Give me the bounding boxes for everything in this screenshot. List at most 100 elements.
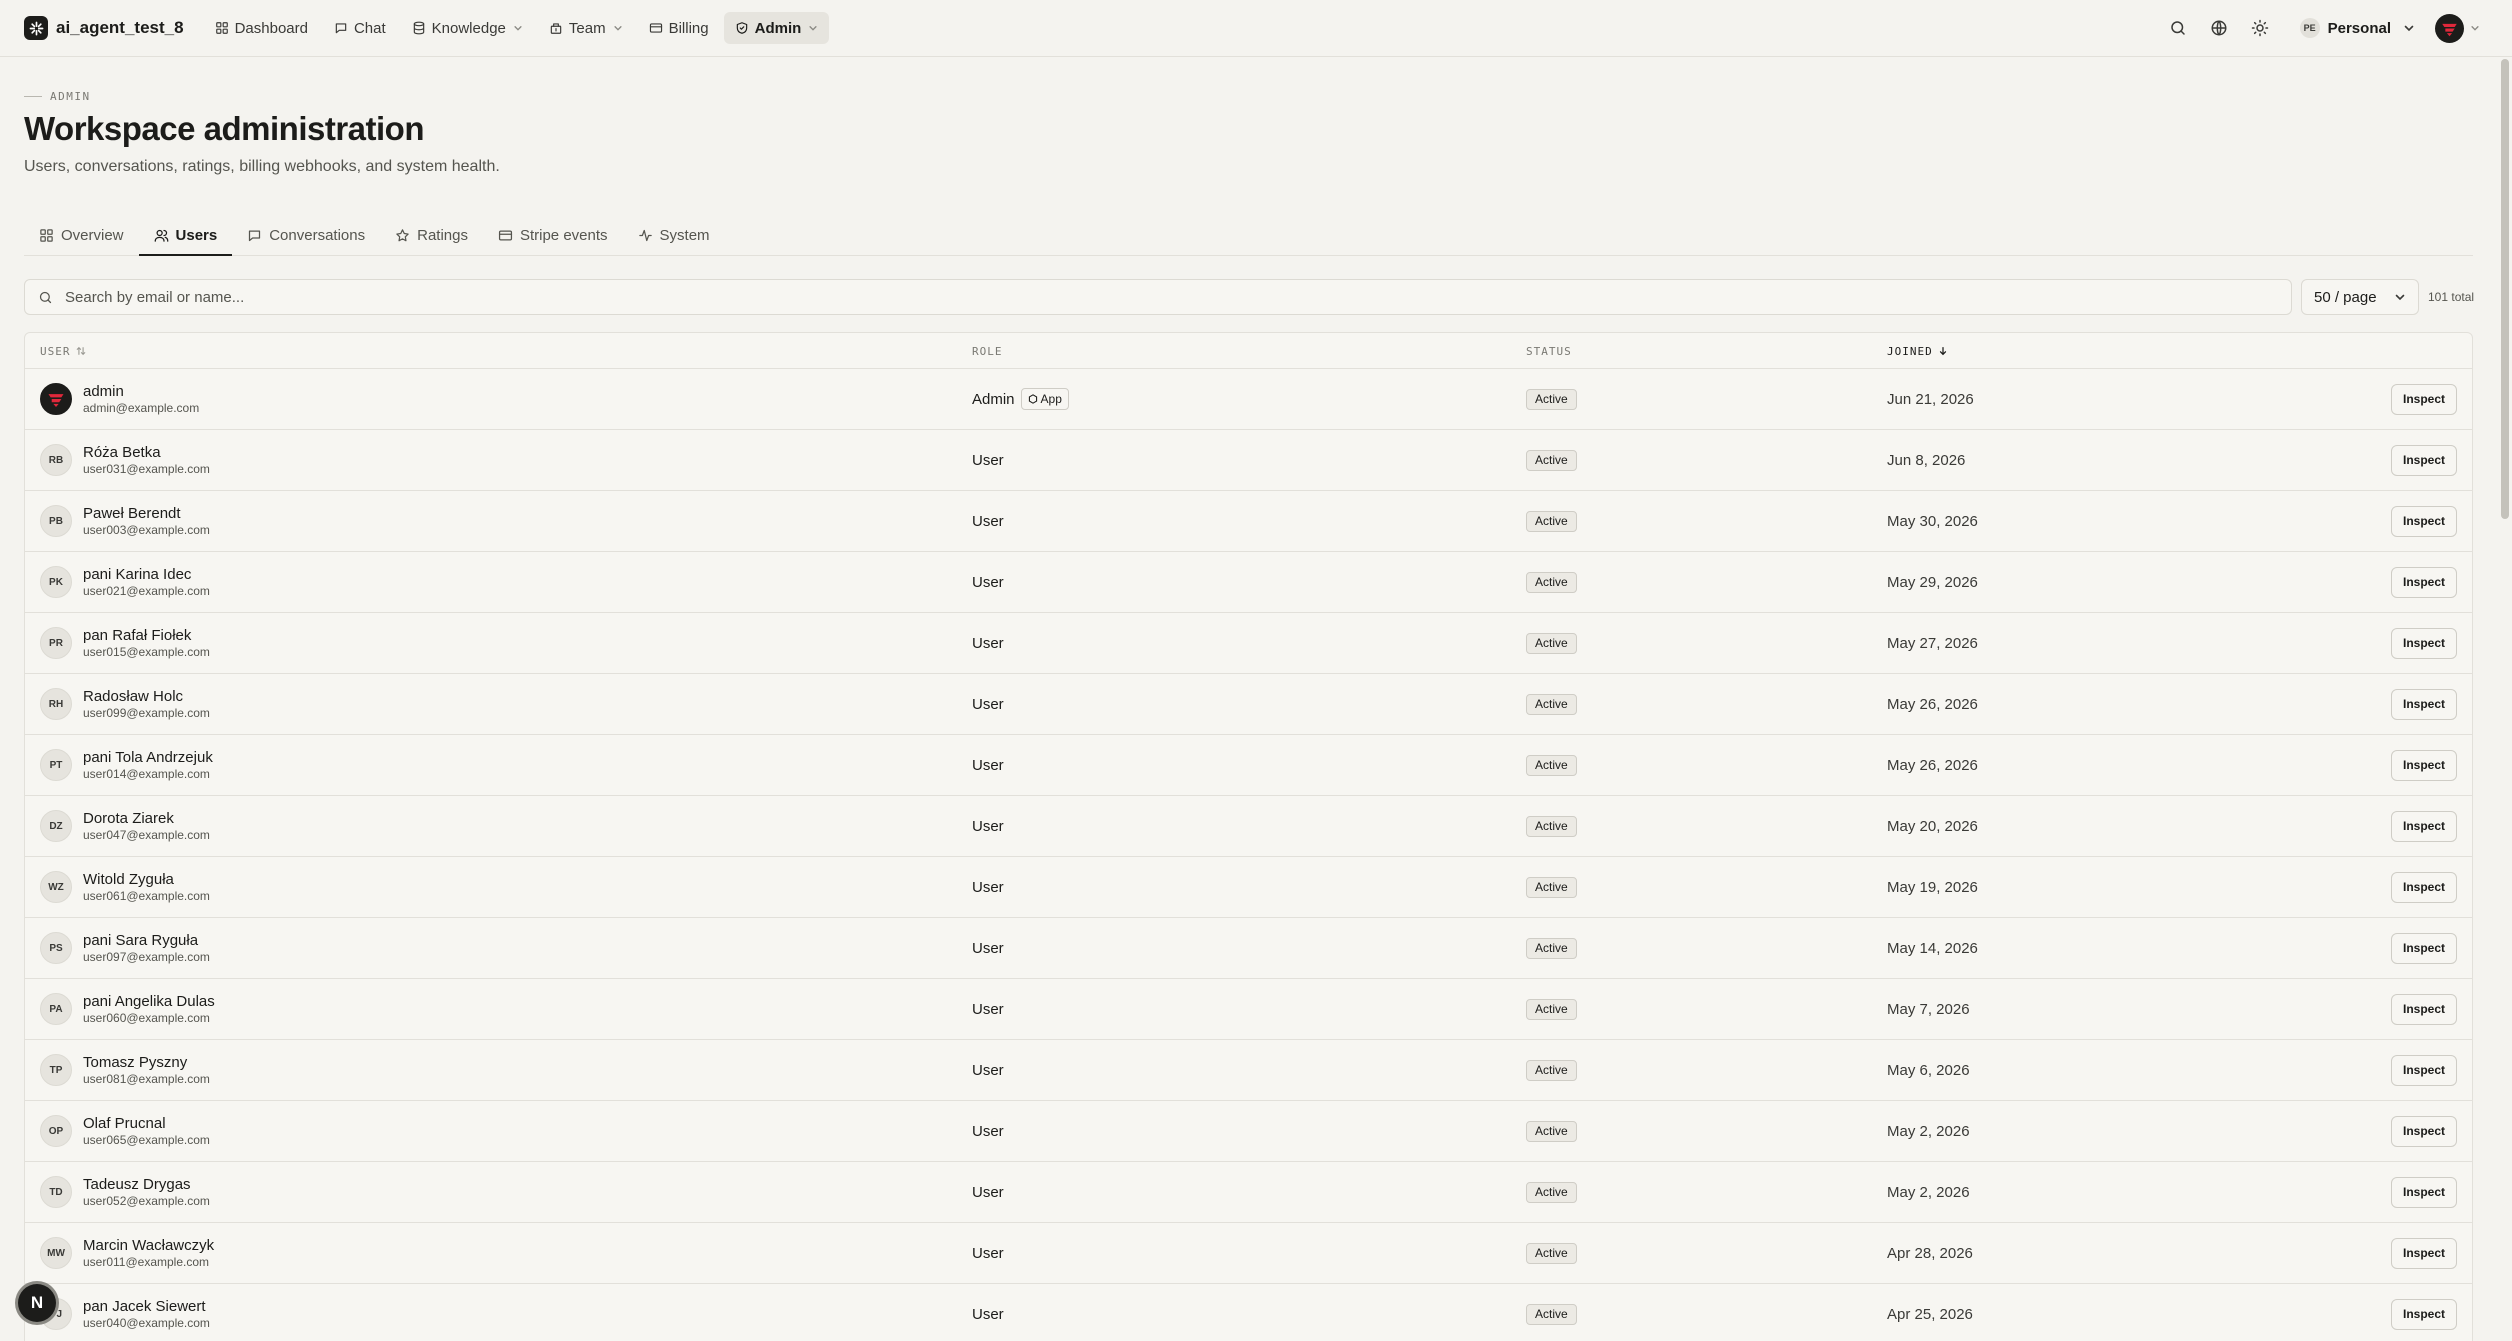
role-cell: User — [972, 430, 1004, 490]
role-cell: User — [972, 918, 1004, 978]
joined-date: May 2, 2026 — [1887, 1183, 1970, 1201]
action-cell: Inspect — [2390, 552, 2457, 612]
tab-label: Ratings — [417, 227, 468, 244]
user-email: user047@example.com — [83, 828, 210, 842]
inspect-button[interactable]: Inspect — [2390, 566, 2457, 598]
column-user[interactable]: USER — [40, 333, 86, 369]
joined-date: May 27, 2026 — [1887, 634, 1978, 652]
inspect-button[interactable]: Inspect — [2390, 749, 2457, 781]
sun-icon[interactable] — [2250, 18, 2270, 38]
role-cell: User — [972, 1101, 1004, 1161]
inspect-button[interactable]: Inspect — [2390, 1054, 2457, 1086]
user-menu[interactable] — [2435, 13, 2480, 43]
search-icon[interactable] — [2168, 18, 2188, 38]
inspect-button[interactable]: Inspect — [2390, 444, 2457, 476]
joined-date: May 26, 2026 — [1887, 756, 1978, 774]
inspect-button[interactable]: Inspect — [2390, 1298, 2457, 1330]
tab-label: Users — [175, 227, 218, 244]
user-avatar: PS — [40, 932, 72, 964]
user-cell: PT pani Tola Andrzejuk user014@example.c… — [40, 735, 213, 795]
status-badge: Active — [1526, 632, 1577, 654]
nav-item-billing[interactable]: Billing — [638, 12, 720, 44]
dashboard-icon — [215, 22, 228, 34]
column-role: ROLE — [972, 333, 1003, 369]
nav-item-team[interactable]: Team — [538, 12, 634, 44]
user-cell: OP Olaf Prucnal user065@example.com — [40, 1101, 210, 1161]
status-badge: Active — [1526, 1120, 1577, 1142]
user-avatar: TD — [40, 1176, 72, 1208]
inspect-button[interactable]: Inspect — [2390, 505, 2457, 537]
database-icon — [413, 21, 424, 35]
inspect-button[interactable]: Inspect — [2390, 627, 2457, 659]
page-scrollbar[interactable] — [2497, 57, 2512, 1341]
inspect-button[interactable]: Inspect — [2390, 1115, 2457, 1147]
workspace-switcher[interactable]: PE Personal — [2299, 18, 2415, 38]
user-cell: TP Tomasz Pyszny user081@example.com — [40, 1040, 210, 1100]
tab-label: System — [659, 227, 710, 244]
tab-overview[interactable]: Overview — [24, 216, 139, 255]
status-badge: Active — [1526, 693, 1577, 715]
user-cell: RH Radosław Holc user099@example.com — [40, 674, 210, 734]
action-cell: Inspect — [2390, 979, 2457, 1039]
globe-icon[interactable] — [2209, 18, 2229, 38]
status-cell: Active — [1526, 369, 1577, 429]
scrollbar-thumb[interactable] — [2501, 59, 2509, 519]
search-bar[interactable] — [24, 279, 2292, 315]
main-nav: Dashboard Chat Knowledge Team Billing Admin — [204, 12, 830, 44]
tab-conversations[interactable]: Conversations — [232, 216, 380, 255]
inspect-button[interactable]: Inspect — [2390, 993, 2457, 1025]
inspect-button[interactable]: Inspect — [2390, 1237, 2457, 1269]
per-page-select[interactable]: 50 / page — [2301, 279, 2419, 315]
role-tag: App — [1020, 388, 1069, 410]
tab-users[interactable]: Users — [138, 216, 233, 256]
user-name: pani Angelika Dulas — [83, 993, 215, 1010]
user-name: pani Tola Andrzejuk — [83, 749, 213, 766]
user-email: user011@example.com — [83, 1255, 210, 1269]
action-cell: Inspect — [2390, 918, 2457, 978]
action-cell: Inspect — [2390, 613, 2457, 673]
workspace-name: Personal — [2327, 19, 2391, 37]
chevron-down-icon — [2395, 294, 2405, 301]
user-role: User — [972, 1061, 1004, 1079]
joined-date: Apr 28, 2026 — [1887, 1244, 1973, 1262]
search-input[interactable] — [65, 288, 2265, 306]
column-joined[interactable]: JOINED — [1887, 333, 1948, 369]
user-avatar: WZ — [40, 871, 72, 903]
inspect-button[interactable]: Inspect — [2390, 1176, 2457, 1208]
nav-item-chat[interactable]: Chat — [323, 12, 397, 44]
user-cell: PB Paweł Berendt user003@example.com — [40, 491, 210, 551]
nav-item-label: Knowledge — [431, 19, 506, 37]
table-row: DZ Dorota Ziarek user047@example.com Use… — [25, 796, 2472, 857]
page-eyebrow: ADMIN — [24, 90, 91, 103]
tab-system[interactable]: System — [623, 216, 725, 255]
status-cell: Active — [1526, 1162, 1577, 1222]
user-email: user031@example.com — [83, 462, 210, 476]
inspect-button[interactable]: Inspect — [2390, 383, 2457, 415]
nav-item-knowledge[interactable]: Knowledge — [401, 12, 534, 44]
status-cell: Active — [1526, 735, 1577, 795]
tab-ratings[interactable]: Ratings — [380, 216, 483, 255]
inspect-button[interactable]: Inspect — [2390, 810, 2457, 842]
joined-date: May 20, 2026 — [1887, 817, 1978, 835]
user-name: Dorota Ziarek — [83, 810, 174, 827]
nav-item-admin[interactable]: Admin — [723, 12, 830, 44]
user-cell: DZ Dorota Ziarek user047@example.com — [40, 796, 210, 856]
assistant-button[interactable]: N — [18, 1284, 56, 1322]
page-subtitle: Users, conversations, ratings, billing w… — [24, 158, 500, 175]
chat-icon — [335, 23, 347, 34]
brand[interactable]: ai_agent_test_8 — [24, 16, 184, 40]
status-badge: Active — [1526, 998, 1577, 1020]
column-role-label: ROLE — [972, 344, 1003, 358]
status-badge: Active — [1526, 449, 1577, 471]
user-avatar: TP — [40, 1054, 72, 1086]
inspect-button[interactable]: Inspect — [2390, 871, 2457, 903]
inspect-button[interactable]: Inspect — [2390, 932, 2457, 964]
user-name: Marcin Wacławczyk — [83, 1237, 215, 1254]
role-cell: User — [972, 979, 1004, 1039]
nav-item-dashboard[interactable]: Dashboard — [204, 12, 319, 44]
column-user-label: USER — [40, 344, 71, 358]
user-cell: WZ Witold Zyguła user061@example.com — [40, 857, 210, 917]
inspect-button[interactable]: Inspect — [2390, 688, 2457, 720]
top-navbar: ai_agent_test_8 Dashboard Chat Knowledge Te… — [0, 0, 2512, 57]
tab-stripe-events[interactable]: Stripe events — [483, 216, 623, 255]
